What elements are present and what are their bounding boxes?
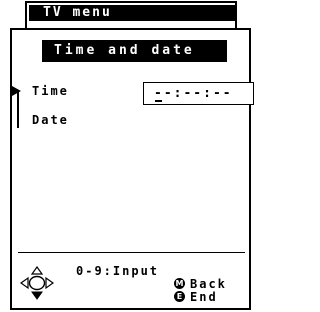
time-input-field[interactable]: --:--:-- xyxy=(143,82,254,105)
menu-item-date[interactable]: Date xyxy=(32,113,69,127)
end-hint: End xyxy=(190,290,218,304)
back-button-icon: M xyxy=(174,278,185,289)
dialog-title-bar: Time and date xyxy=(42,40,227,62)
end-button-icon: E xyxy=(174,291,185,302)
back-hint: Back xyxy=(190,277,227,291)
background-window-title: TV menu xyxy=(43,5,112,20)
background-window-title-bar: TV menu xyxy=(29,5,237,21)
footer-divider xyxy=(18,252,245,253)
input-hint: 0-9:Input xyxy=(76,264,160,278)
selection-cursor-line xyxy=(17,91,19,128)
menu-item-time[interactable]: Time xyxy=(32,84,69,98)
dialog-title: Time and date xyxy=(54,43,195,58)
input-cursor xyxy=(155,100,162,102)
time-value: --:--:-- xyxy=(154,86,233,101)
dpad-icon xyxy=(20,266,54,300)
time-and-date-dialog: Time and date Time Date --:--:-- 0-9:Inp… xyxy=(10,28,254,310)
